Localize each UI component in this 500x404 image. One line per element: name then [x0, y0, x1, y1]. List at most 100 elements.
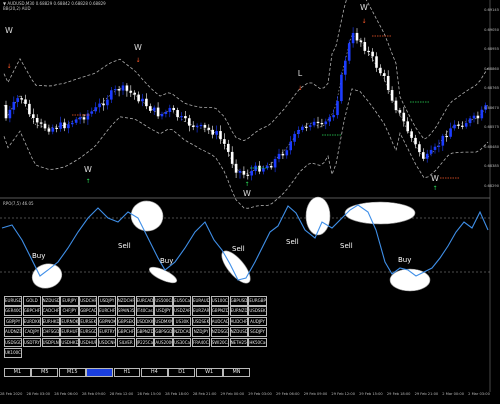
symbol-button-gbpnzd[interactable]: GBPNZD [210, 306, 229, 316]
symbol-button-jp225cash[interactable]: JP225Cash [135, 337, 154, 348]
symbol-button-eurzar[interactable]: EURZAR [191, 306, 211, 316]
symbol-button-usdpln[interactable]: USDPLN [41, 337, 60, 348]
candle-body [340, 74, 343, 102]
symbol-button-hk50cash[interactable]: HK50Cash [248, 337, 267, 348]
symbol-button-audchf[interactable]: AUDCHF [229, 316, 248, 327]
signal-highlight-ellipse [305, 196, 331, 236]
symbol-button-gbpnzd[interactable]: GBPNZD [135, 327, 154, 337]
candle-body [172, 107, 175, 111]
symbol-button-ger40cash[interactable]: GER40Cash [4, 306, 23, 316]
timeframe-button-h4[interactable]: H4 [140, 368, 168, 377]
symbol-button-usdjpy[interactable]: USDJPY [97, 296, 117, 306]
symbol-button-usdchf[interactable]: USDCHF [79, 296, 98, 306]
symbol-button-gbpsgd[interactable]: GBPSGD [154, 327, 173, 337]
candle-body [328, 117, 331, 122]
candle-body [297, 130, 300, 134]
symbol-button-eurgbp[interactable]: EURGBP [248, 296, 267, 306]
symbol-button-gbpcad[interactable]: GBPCAD [79, 306, 98, 316]
candle-body [394, 100, 398, 111]
symbol-button-usdcnh[interactable]: USDCNH [97, 337, 117, 348]
candle-body [359, 40, 363, 43]
candle-body [351, 32, 355, 44]
symbol-button-spain35cash[interactable]: SPAIN35Cash [116, 306, 135, 316]
symbol-button-eurnok[interactable]: EURNOK [60, 316, 79, 327]
symbol-button-gbpsek[interactable]: GBPSEK [116, 316, 135, 327]
symbol-button-cadchf[interactable]: CADCHF [41, 306, 60, 316]
symbol-button-eu50cash[interactable]: EU50Cash [173, 296, 192, 306]
timeframe-button-h1[interactable]: H1 [113, 368, 141, 377]
symbol-button-eurnzd[interactable]: EURNZD [229, 306, 248, 316]
symbol-button-aus200cash[interactable]: AUS200Cash [154, 337, 173, 348]
symbol-button-eurdkk[interactable]: EURDKK [22, 316, 41, 327]
symbol-button-nzdjpy[interactable]: NZDJPY [191, 327, 211, 337]
symbol-button-gbpchf[interactable]: GBPCHF [116, 327, 135, 337]
symbol-button-gbpjpy[interactable]: GBPJPY [4, 316, 23, 327]
symbol-button-usdhuf[interactable]: USDHUF [79, 337, 98, 348]
candle-body [324, 121, 328, 125]
symbol-button-usdsek[interactable]: USDSEK [191, 316, 211, 327]
symbol-button-audcad[interactable]: AUDCAD [210, 316, 229, 327]
symbol-button-usdjpy[interactable]: USDJPY [154, 306, 173, 316]
symbol-button-euraud[interactable]: EURAUD [191, 296, 211, 306]
symbol-button-gold[interactable]: GOLD [22, 296, 41, 306]
candle-body [464, 123, 468, 127]
symbol-button-us500cash[interactable]: US500Cash [154, 296, 173, 306]
symbol-button-audjpy[interactable]: AUDJPY [248, 316, 267, 327]
symbol-button-sgdjpy[interactable]: SGDJPY [248, 327, 267, 337]
symbol-button-eurusd[interactable]: EURUSD [4, 296, 23, 306]
timeframe-button-m15[interactable]: M15 [58, 368, 86, 377]
signal-highlight-ellipse [344, 201, 416, 225]
symbol-button-nzdcad[interactable]: NZDCAD [173, 327, 192, 337]
symbol-button-neth25cash[interactable]: NETH25Cash [229, 337, 248, 348]
symbol-button-gbpchf[interactable]: GBPCHF [22, 306, 41, 316]
symbol-button-nzdchf[interactable]: NZDCHF [116, 296, 135, 306]
symbol-button-us30cash[interactable]: US30Cash [173, 337, 192, 348]
candle-body [8, 109, 12, 119]
symbol-button-nzdsgd[interactable]: NZDSGD [210, 327, 229, 337]
symbol-button-usdsgd[interactable]: USDSGD [4, 337, 23, 348]
symbol-button-gbpusd[interactable]: GBPUSD [229, 296, 248, 306]
timeframe-button-m5[interactable]: M5 [31, 368, 59, 377]
symbol-button-it40cash[interactable]: IT40Cash [135, 306, 154, 316]
symbol-button-us30k[interactable]: US30K [173, 316, 192, 327]
candle-body [230, 151, 234, 164]
symbol-button-usddkk[interactable]: USDDKK [135, 316, 154, 327]
symbol-button-eurcad[interactable]: EURCAD [135, 296, 154, 306]
symbol-button-chfjpy[interactable]: CHFJPY [60, 306, 79, 316]
symbol-button-cadjpy[interactable]: CADJPY [22, 327, 41, 337]
symbol-button-uk100cash[interactable]: UK100Cash [4, 347, 23, 358]
symbol-button-usdzar[interactable]: USDZAR [173, 306, 192, 316]
price-tick-label: 0.68860 [484, 66, 499, 71]
symbol-button-chfsgd[interactable]: CHFSGD [41, 327, 60, 337]
symbol-button-eursek[interactable]: EURSEK [79, 316, 98, 327]
timeframe-button-mn[interactable]: MN [223, 368, 250, 377]
symbol-button-audnzd[interactable]: AUDNZD [4, 327, 23, 337]
symbol-button-usdsek[interactable]: USDSEK [248, 306, 267, 316]
symbol-button-fra40cash[interactable]: FRA40Cash [191, 337, 211, 348]
candle-body [164, 111, 168, 114]
symbol-button-eurtry[interactable]: EURTRY [97, 327, 117, 337]
symbol-button-swi20cash[interactable]: SWI20Cash [210, 337, 229, 348]
symbol-button-usdtry[interactable]: USDTRY [22, 337, 41, 348]
symbol-button-silver[interactable]: SILVER [116, 337, 135, 348]
candle-body [383, 73, 386, 76]
wave-signal-label: W [360, 3, 368, 12]
symbol-button-usdhkd[interactable]: USDHKD [60, 337, 79, 348]
timeframe-button-w1[interactable]: W1 [195, 368, 223, 377]
symbol-button-nzdusd[interactable]: NZDUSD [41, 296, 60, 306]
timeframe-button-m30[interactable]: M30 [86, 368, 113, 377]
candle-body [293, 133, 296, 142]
timeframe-button-d1[interactable]: D1 [168, 368, 196, 377]
candle-body [433, 146, 437, 150]
symbol-button-eurhuf[interactable]: EURHUF [60, 327, 79, 337]
symbol-button-us100cash[interactable]: US100Cash [210, 296, 229, 306]
symbol-button-gbpnok[interactable]: GBPNOK [97, 316, 117, 327]
timeframe-button-m1[interactable]: M1 [4, 368, 31, 377]
candle-body [269, 165, 273, 168]
symbol-button-eurchf[interactable]: EURCHF [97, 306, 117, 316]
symbol-button-eurjpy[interactable]: EURJPY [60, 296, 79, 306]
symbol-button-eurhkd[interactable]: EURHKD [41, 316, 60, 327]
symbol-button-nzdusd[interactable]: NZDUSD [229, 327, 248, 337]
symbol-button-eursgd[interactable]: EURSGD [79, 327, 98, 337]
symbol-button-usdmxn[interactable]: USDMXN [154, 316, 173, 327]
